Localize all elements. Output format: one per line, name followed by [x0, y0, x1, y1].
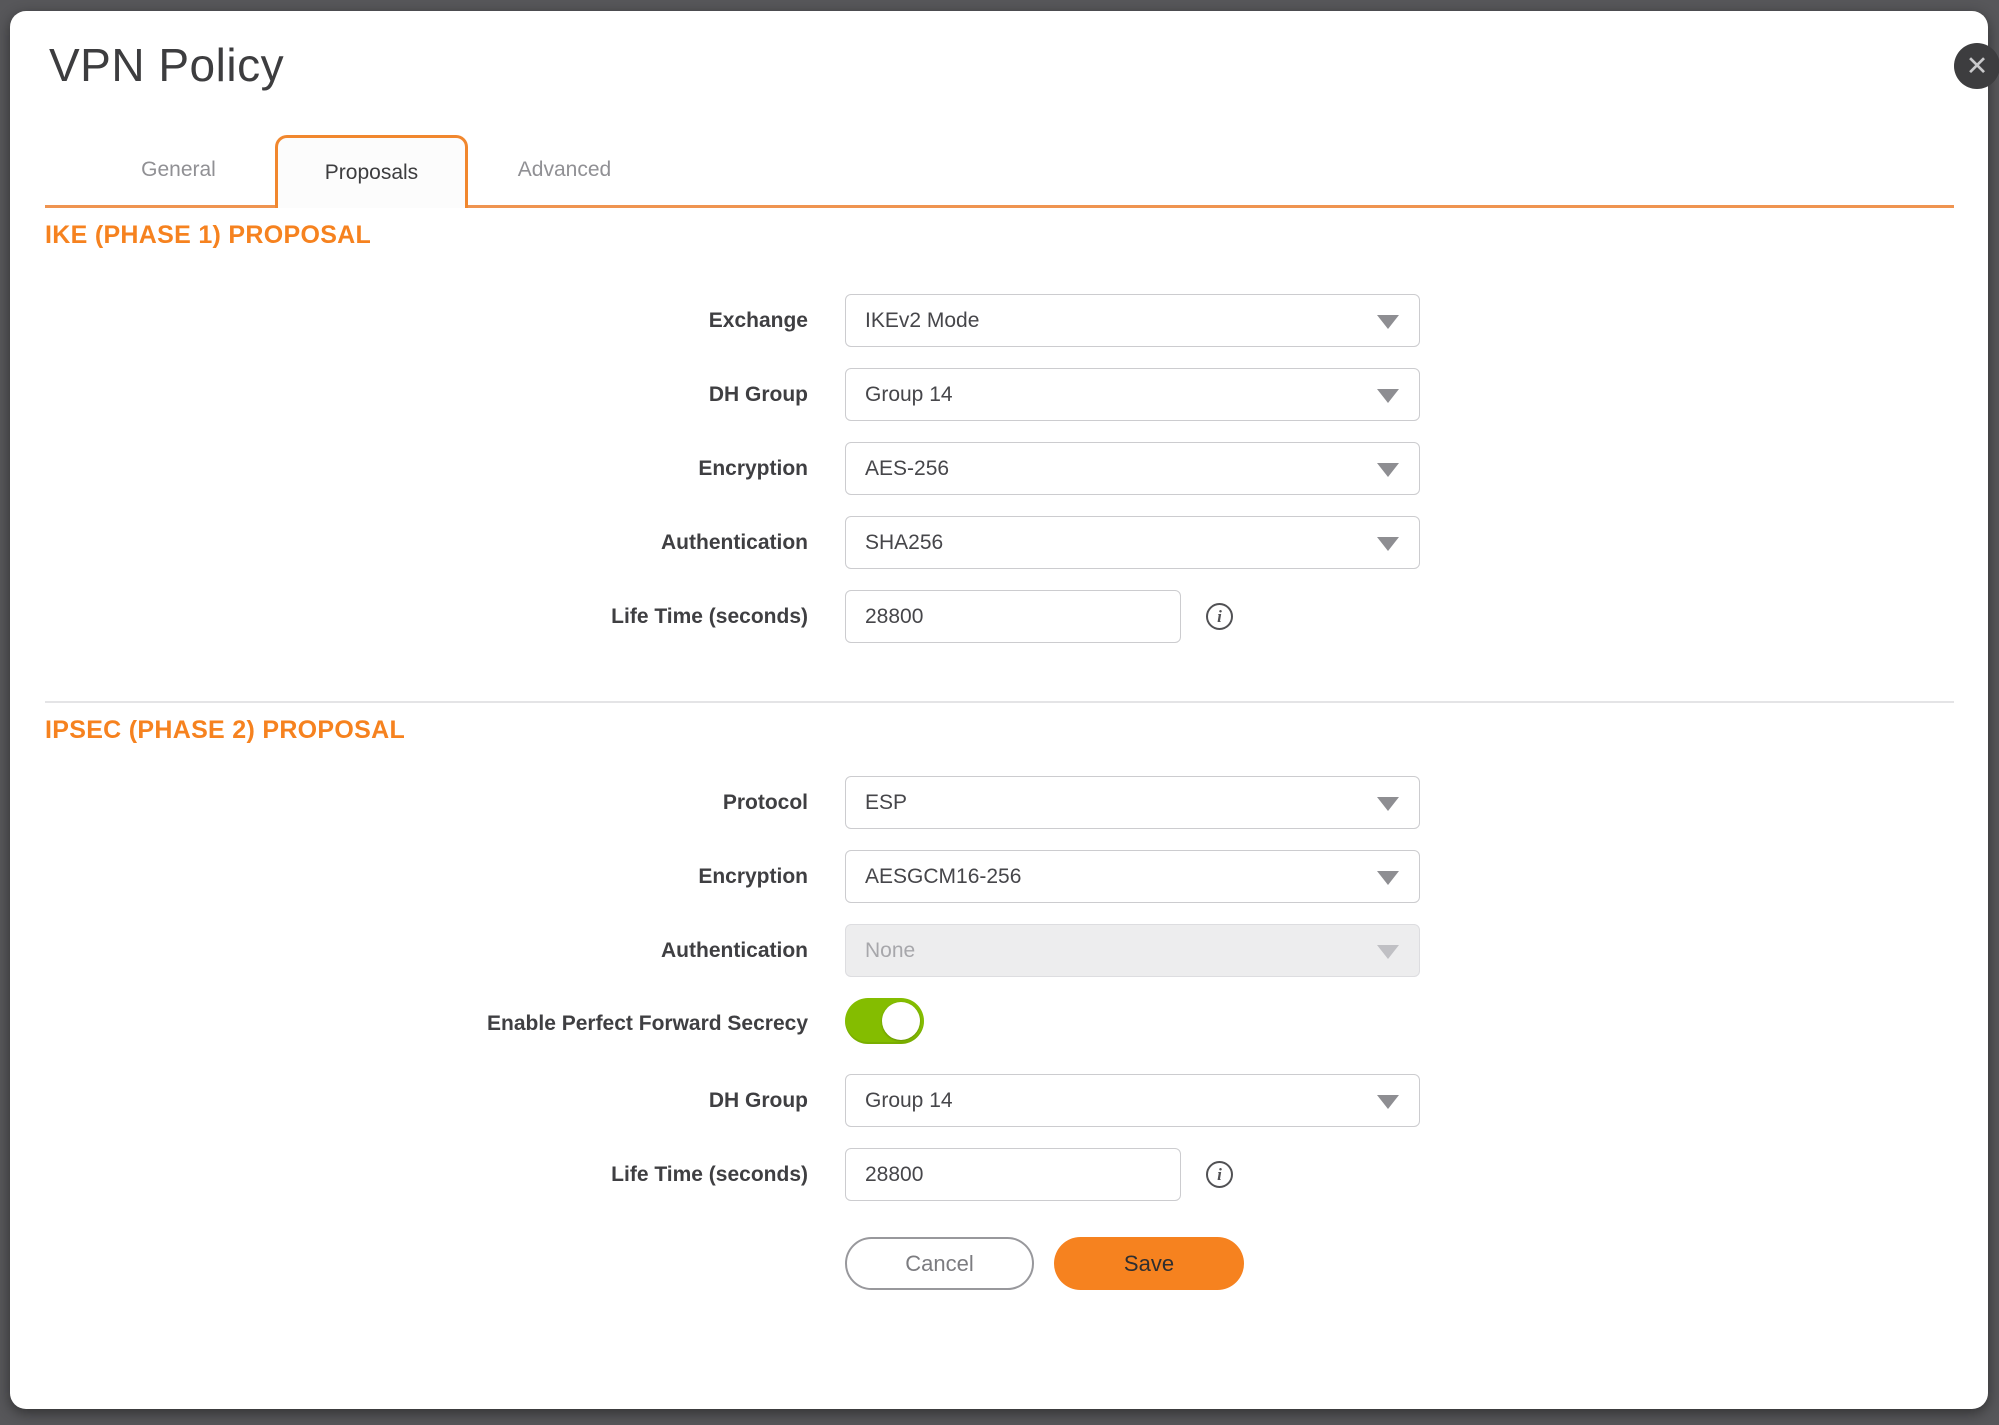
- tab-proposals[interactable]: Proposals: [275, 135, 468, 208]
- dh-group-label-phase2: DH Group: [45, 1089, 808, 1113]
- exchange-row: Exchange IKEv2 Mode: [45, 294, 1954, 347]
- lifetime-label-phase2: Life Time (seconds): [45, 1163, 808, 1187]
- exchange-label: Exchange: [45, 309, 808, 333]
- tab-advanced[interactable]: Advanced: [468, 135, 661, 205]
- footer-actions-row: Cancel Save: [45, 1237, 1954, 1290]
- dh-group-row-phase1: DH Group Group 14: [45, 368, 1954, 421]
- section-heading-ike-phase1: IKE (PHASE 1) PROPOSAL: [45, 221, 1954, 250]
- encryption-label-phase2: Encryption: [45, 865, 808, 889]
- dialog-content: IKE (PHASE 1) PROPOSAL Exchange IKEv2 Mo…: [10, 221, 1988, 1290]
- close-icon: ✕: [1966, 53, 1989, 80]
- chevron-down-icon: [1377, 945, 1399, 959]
- dh-group-selected-value-phase1: Group 14: [865, 383, 953, 407]
- close-button[interactable]: ✕: [1954, 43, 1999, 89]
- info-icon[interactable]: i: [1206, 603, 1233, 630]
- authentication-selected-value-phase2: None: [865, 939, 915, 963]
- lifetime-row-phase2: Life Time (seconds) i: [45, 1148, 1954, 1201]
- pfs-toggle[interactable]: [845, 998, 924, 1044]
- encryption-row-phase2: Encryption AESGCM16-256: [45, 850, 1954, 903]
- pfs-label: Enable Perfect Forward Secrecy: [45, 1012, 808, 1036]
- protocol-selected-value: ESP: [865, 791, 907, 815]
- protocol-select[interactable]: ESP: [845, 776, 1420, 829]
- exchange-selected-value: IKEv2 Mode: [865, 309, 979, 333]
- ike-phase1-form: Exchange IKEv2 Mode DH Group Group 14 En…: [45, 294, 1954, 643]
- pfs-row: Enable Perfect Forward Secrecy: [45, 998, 1954, 1049]
- exchange-select[interactable]: IKEv2 Mode: [845, 294, 1420, 347]
- section-heading-ipsec-phase2: IPSEC (PHASE 2) PROPOSAL: [45, 716, 1954, 745]
- encryption-select-phase1[interactable]: AES-256: [845, 442, 1420, 495]
- chevron-down-icon: [1377, 389, 1399, 403]
- encryption-selected-value-phase2: AESGCM16-256: [865, 865, 1021, 889]
- chevron-down-icon: [1377, 463, 1399, 477]
- chevron-down-icon: [1377, 1095, 1399, 1109]
- dh-group-row-phase2: DH Group Group 14: [45, 1074, 1954, 1127]
- save-button[interactable]: Save: [1054, 1237, 1244, 1290]
- encryption-selected-value-phase1: AES-256: [865, 457, 949, 481]
- authentication-row-phase1: Authentication SHA256: [45, 516, 1954, 569]
- ipsec-phase2-form: Protocol ESP Encryption AESGCM16-256 Aut…: [45, 776, 1954, 1290]
- authentication-select-phase2: None: [845, 924, 1420, 977]
- tab-bar: General Proposals Advanced: [45, 135, 1954, 208]
- page-title: VPN Policy: [10, 11, 1988, 92]
- chevron-down-icon: [1377, 537, 1399, 551]
- cancel-button[interactable]: Cancel: [845, 1237, 1034, 1290]
- chevron-down-icon: [1377, 315, 1399, 329]
- encryption-row-phase1: Encryption AES-256: [45, 442, 1954, 495]
- encryption-select-phase2[interactable]: AESGCM16-256: [845, 850, 1420, 903]
- info-icon[interactable]: i: [1206, 1161, 1233, 1188]
- authentication-selected-value-phase1: SHA256: [865, 531, 943, 555]
- lifetime-row-phase1: Life Time (seconds) i: [45, 590, 1954, 643]
- protocol-label: Protocol: [45, 791, 808, 815]
- authentication-select-phase1[interactable]: SHA256: [845, 516, 1420, 569]
- chevron-down-icon: [1377, 797, 1399, 811]
- dh-group-select-phase2[interactable]: Group 14: [845, 1074, 1420, 1127]
- authentication-row-phase2: Authentication None: [45, 924, 1954, 977]
- tab-general[interactable]: General: [82, 135, 275, 205]
- lifetime-label-phase1: Life Time (seconds): [45, 605, 808, 629]
- dh-group-select-phase1[interactable]: Group 14: [845, 368, 1420, 421]
- vpn-policy-dialog: VPN Policy General Proposals Advanced IK…: [10, 11, 1988, 1409]
- dh-group-selected-value-phase2: Group 14: [865, 1089, 953, 1113]
- protocol-row: Protocol ESP: [45, 776, 1954, 829]
- lifetime-input-phase1[interactable]: [845, 590, 1181, 643]
- lifetime-input-phase2[interactable]: [845, 1148, 1181, 1201]
- authentication-label-phase2: Authentication: [45, 939, 808, 963]
- section-divider: [45, 701, 1954, 703]
- toggle-knob: [882, 1002, 920, 1040]
- dh-group-label-phase1: DH Group: [45, 383, 808, 407]
- chevron-down-icon: [1377, 871, 1399, 885]
- encryption-label-phase1: Encryption: [45, 457, 808, 481]
- authentication-label-phase1: Authentication: [45, 531, 808, 555]
